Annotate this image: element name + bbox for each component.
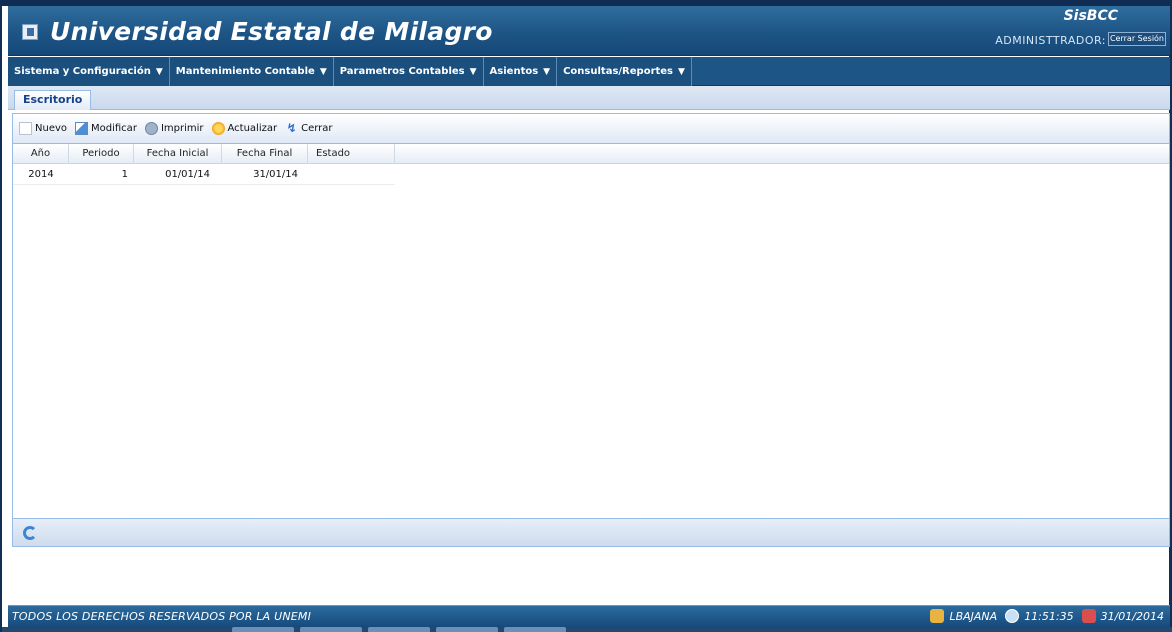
tab-escritorio[interactable]: Escritorio bbox=[14, 90, 92, 110]
menu-label: Sistema y Configuración bbox=[14, 66, 151, 77]
grid-header: Año Periodo Fecha Inicial Fecha Final Es… bbox=[13, 144, 1169, 164]
menu-label: Parametros Contables bbox=[339, 66, 465, 77]
refresh-label: Actualizar bbox=[227, 123, 278, 134]
menu-label: Mantenimiento Contable bbox=[175, 66, 315, 77]
menu-asientos[interactable]: Asientos ▼ bbox=[484, 57, 558, 86]
status-user: LBAJANA bbox=[949, 609, 998, 623]
caret-down-icon: ▼ bbox=[543, 66, 551, 77]
caret-down-icon: ▼ bbox=[678, 66, 685, 77]
column-header-anio[interactable]: Año bbox=[13, 144, 69, 164]
column-header-periodo[interactable]: Periodo bbox=[69, 144, 134, 164]
app-header: Universidad Estatal de Milagro SisBCC AD… bbox=[8, 6, 1170, 56]
refresh-icon bbox=[211, 122, 225, 135]
taskbar-button[interactable] bbox=[300, 627, 362, 632]
app-logo-icon bbox=[22, 24, 38, 40]
close-button[interactable]: ↯ Cerrar bbox=[285, 121, 333, 135]
logout-button[interactable]: Cerrar Sesión bbox=[1108, 32, 1166, 46]
menu-label: Asientos bbox=[489, 66, 539, 77]
user-role-label: ADMINISTTRADOR: bbox=[995, 34, 1106, 47]
panel-toolbar: Nuevo Modificar Imprimir Actualizar ↯ Ce… bbox=[13, 114, 1169, 144]
menu-sistema-configuracion[interactable]: Sistema y Configuración ▼ bbox=[8, 57, 170, 86]
cell-periodo: 1 bbox=[121, 169, 128, 180]
new-document-icon bbox=[19, 122, 32, 135]
taskbar-button[interactable] bbox=[436, 627, 498, 632]
column-header-fecha-final[interactable]: Fecha Final bbox=[222, 144, 308, 164]
caret-down-icon: ▼ bbox=[155, 66, 163, 77]
taskbar-button[interactable] bbox=[232, 627, 294, 632]
column-header-estado[interactable]: Estado bbox=[308, 144, 395, 164]
menu-mantenimiento-contable[interactable]: Mantenimiento Contable ▼ bbox=[170, 57, 334, 86]
clock-icon bbox=[1005, 609, 1020, 623]
os-taskbar bbox=[2, 627, 1172, 632]
calendar-icon bbox=[1081, 609, 1096, 623]
edit-button[interactable]: Modificar bbox=[75, 122, 137, 135]
print-label: Imprimir bbox=[160, 123, 204, 134]
status-date: 31/01/2014 bbox=[1100, 609, 1164, 623]
status-time: 11:51:35 bbox=[1024, 609, 1074, 623]
new-label: Nuevo bbox=[35, 123, 68, 134]
cell-fecha-inicial: 01/01/14 bbox=[165, 169, 210, 180]
tab-strip: Escritorio bbox=[8, 86, 1170, 110]
menu-label: Consultas/Reportes bbox=[563, 66, 674, 77]
university-title: Universidad Estatal de Milagro bbox=[50, 17, 493, 46]
refresh-icon[interactable] bbox=[23, 526, 37, 540]
edit-label: Modificar bbox=[91, 123, 137, 134]
caret-down-icon: ▼ bbox=[319, 66, 327, 77]
column-header-fecha-inicial[interactable]: Fecha Inicial bbox=[134, 144, 222, 164]
app-window: Universidad Estatal de Milagro SisBCC AD… bbox=[0, 0, 1172, 632]
status-bar: TODOS LOS DERECHOS RESERVADOS POR LA UNE… bbox=[8, 605, 1170, 627]
refresh-button[interactable]: Actualizar bbox=[211, 122, 278, 135]
taskbar-button[interactable] bbox=[368, 627, 430, 632]
table-row[interactable]: 2014 1 01/01/14 31/01/14 bbox=[13, 165, 395, 185]
edit-icon bbox=[75, 122, 89, 135]
cell-estado bbox=[308, 165, 395, 185]
user-icon bbox=[930, 609, 945, 623]
menu-list: Sistema y Configuración ▼ Mantenimiento C… bbox=[8, 57, 692, 86]
taskbar-items bbox=[232, 627, 572, 632]
paging-toolbar bbox=[13, 518, 1169, 546]
copyright-text: TODOS LOS DERECHOS RESERVADOS POR LA UNE… bbox=[12, 610, 312, 623]
taskbar-button[interactable] bbox=[504, 627, 566, 632]
system-name: SisBCC bbox=[1063, 8, 1118, 24]
print-button[interactable]: Imprimir bbox=[144, 122, 204, 135]
main-menubar: Sistema y Configuración ▼ Mantenimiento C… bbox=[8, 57, 1170, 86]
cell-fecha-final: 31/01/14 bbox=[253, 169, 298, 180]
caret-down-icon: ▼ bbox=[469, 66, 477, 77]
menu-consultas-reportes[interactable]: Consultas/Reportes ▼ bbox=[557, 57, 692, 86]
menu-parametros-contables[interactable]: Parametros Contables ▼ bbox=[334, 57, 484, 86]
print-icon bbox=[144, 122, 158, 135]
status-info: LBAJANA 11:51:35 31/01/2014 bbox=[922, 609, 1164, 623]
cell-anio: 2014 bbox=[28, 169, 54, 180]
close-label: Cerrar bbox=[301, 123, 333, 134]
periods-panel: Nuevo Modificar Imprimir Actualizar ↯ Ce… bbox=[12, 113, 1170, 547]
close-icon: ↯ bbox=[286, 121, 297, 135]
new-button[interactable]: Nuevo bbox=[19, 122, 67, 135]
